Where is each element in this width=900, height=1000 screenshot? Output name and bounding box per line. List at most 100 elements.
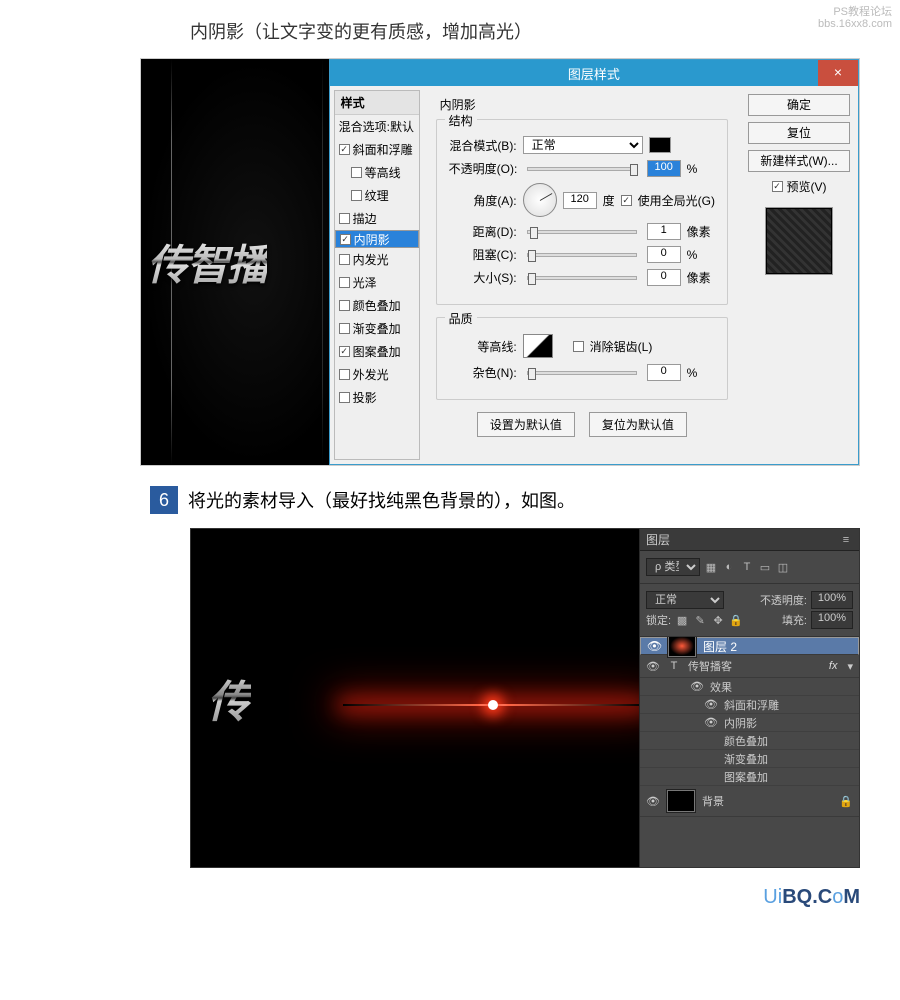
filter-shape-icon[interactable]: ▭ — [758, 560, 772, 574]
filter-type-icon[interactable]: T — [740, 560, 754, 574]
style-item-混合选项:默认[interactable]: 混合选项:默认 — [335, 115, 419, 138]
fx-badge[interactable]: fx — [829, 660, 842, 672]
antialias-checkbox[interactable] — [573, 341, 584, 352]
style-checkbox[interactable] — [339, 323, 350, 334]
style-item-描边[interactable]: 描边 — [335, 207, 419, 230]
visibility-eye-icon[interactable]: 👁 — [647, 639, 661, 653]
style-checkbox[interactable] — [339, 300, 350, 311]
layer-thumbnail[interactable] — [666, 789, 696, 813]
blend-mode-layer-select[interactable]: 正常 — [646, 591, 724, 609]
style-item-斜面和浮雕[interactable]: 斜面和浮雕 — [335, 138, 419, 161]
layer-effect-row[interactable]: 图案叠加 — [640, 768, 859, 786]
style-item-光泽[interactable]: 光泽 — [335, 271, 419, 294]
ok-button[interactable]: 确定 — [748, 94, 850, 116]
layer-row[interactable]: 👁背景🔒 — [640, 786, 859, 817]
metal-text: 传智播 — [147, 232, 267, 293]
visibility-eye-icon[interactable]: 👁 — [646, 795, 660, 808]
footer-logo: UiBQ.CoM — [0, 868, 900, 919]
style-checkbox[interactable] — [339, 144, 350, 155]
layer-thumbnail[interactable] — [667, 637, 697, 658]
style-checkbox[interactable] — [340, 234, 351, 245]
cancel-button[interactable]: 复位 — [748, 122, 850, 144]
choke-value[interactable]: 0 — [647, 246, 681, 263]
layer-effect-row[interactable]: 👁效果 — [640, 678, 859, 696]
style-item-颜色叠加[interactable]: 颜色叠加 — [335, 294, 419, 317]
panel-title: 内阴影 — [440, 96, 728, 113]
screenshot-layer-style: 传智播 图层样式 × 样式 混合选项:默认斜面和浮雕等高线纹理描边内阴影内发光光… — [140, 58, 860, 466]
style-item-纹理[interactable]: 纹理 — [335, 184, 419, 207]
layer-effect-row[interactable]: 颜色叠加 — [640, 732, 859, 750]
distance-value[interactable]: 1 — [647, 223, 681, 240]
filter-smart-icon[interactable]: ◫ — [776, 560, 790, 574]
size-value[interactable]: 0 — [647, 269, 681, 286]
distance-slider[interactable] — [527, 230, 637, 234]
panel-menu-icon[interactable]: ≡ — [839, 533, 853, 547]
style-item-内阴影[interactable]: 内阴影 — [335, 230, 419, 248]
styles-list: 样式 混合选项:默认斜面和浮雕等高线纹理描边内阴影内发光光泽颜色叠加渐变叠加图案… — [334, 90, 420, 460]
make-default-button[interactable]: 设置为默认值 — [477, 412, 575, 437]
caption-inner-shadow: 内阴影（让文字变的更有质感，增加高光） — [0, 0, 900, 58]
style-checkbox[interactable] — [339, 213, 350, 224]
style-item-图案叠加[interactable]: 图案叠加 — [335, 340, 419, 363]
layers-list: 👁图层 2👁T传智播客fx▾👁效果👁斜面和浮雕👁内阴影颜色叠加渐变叠加图案叠加👁… — [640, 637, 859, 867]
global-light-checkbox[interactable] — [621, 195, 632, 206]
visibility-eye-icon[interactable]: 👁 — [690, 680, 704, 693]
layers-tab[interactable]: 图层 — [646, 531, 670, 548]
layer-row[interactable]: 👁T传智播客fx▾ — [640, 655, 859, 678]
angle-dial[interactable] — [523, 183, 557, 217]
lock-all-icon[interactable]: 🔒 — [729, 613, 743, 627]
style-checkbox[interactable] — [339, 369, 350, 380]
style-preview-swatch — [765, 207, 833, 275]
angle-value[interactable]: 120 — [563, 192, 597, 209]
style-item-渐变叠加[interactable]: 渐变叠加 — [335, 317, 419, 340]
preview-checkbox[interactable] — [772, 181, 783, 192]
size-slider[interactable] — [527, 276, 637, 280]
lens-flare — [343, 704, 639, 706]
layer-effect-row[interactable]: 渐变叠加 — [640, 750, 859, 768]
lock-transparent-icon[interactable]: ▩ — [675, 613, 689, 627]
layer-effect-row[interactable]: 👁斜面和浮雕 — [640, 696, 859, 714]
style-checkbox[interactable] — [339, 277, 350, 288]
style-item-投影[interactable]: 投影 — [335, 386, 419, 409]
style-checkbox[interactable] — [351, 167, 362, 178]
opacity-value[interactable]: 100 — [647, 160, 681, 177]
style-checkbox[interactable] — [339, 254, 350, 265]
contour-picker[interactable] — [523, 334, 553, 358]
new-style-button[interactable]: 新建样式(W)... — [748, 150, 850, 172]
dialog-titlebar[interactable]: 图层样式 × — [330, 60, 858, 86]
visibility-eye-icon[interactable]: 👁 — [704, 716, 718, 729]
noise-value[interactable]: 0 — [647, 364, 681, 381]
visibility-eye-icon[interactable]: 👁 — [646, 660, 660, 673]
style-checkbox[interactable] — [339, 392, 350, 403]
layer-row[interactable]: 👁图层 2 — [640, 637, 859, 655]
screenshot-layers-panel: 传 图层 ≡ ρ 类型 ▦ ◐ T ▭ ◫ 正常 不透明度: 100% — [190, 528, 860, 868]
step-6-text: 将光的素材导入（最好找纯黑色背景的），如图。 — [188, 487, 575, 513]
canvas-preview: 传智播 — [141, 59, 329, 465]
color-swatch[interactable] — [649, 137, 671, 153]
choke-slider[interactable] — [527, 253, 637, 257]
reset-default-button[interactable]: 复位为默认值 — [589, 412, 687, 437]
blend-mode-select[interactable]: 正常 — [523, 136, 643, 154]
close-icon[interactable]: × — [818, 60, 858, 86]
filter-kind-select[interactable]: ρ 类型 — [646, 558, 700, 576]
inner-shadow-panel: 内阴影 结构 混合模式(B): 正常 不透明度(O): 100 % — [426, 90, 738, 460]
style-item-等高线[interactable]: 等高线 — [335, 161, 419, 184]
lock-pixels-icon[interactable]: ✎ — [693, 613, 707, 627]
visibility-eye-icon[interactable]: 👁 — [704, 698, 718, 711]
style-item-外发光[interactable]: 外发光 — [335, 363, 419, 386]
style-checkbox[interactable] — [339, 346, 350, 357]
filter-pixel-icon[interactable]: ▦ — [704, 560, 718, 574]
layer-effect-row[interactable]: 👁内阴影 — [640, 714, 859, 732]
lock-position-icon[interactable]: ✥ — [711, 613, 725, 627]
style-item-内发光[interactable]: 内发光 — [335, 248, 419, 271]
noise-slider[interactable] — [527, 371, 637, 375]
style-checkbox[interactable] — [351, 190, 362, 201]
metal-text-2: 传 — [207, 666, 251, 730]
filter-adjust-icon[interactable]: ◐ — [722, 560, 736, 574]
chevron-down-icon[interactable]: ▾ — [847, 660, 853, 673]
group-quality: 品质 等高线: 消除锯齿(L) 杂色(N): 0 % — [436, 317, 728, 400]
layer-opacity-value[interactable]: 100% — [811, 591, 853, 609]
canvas-preview-2: 传 — [191, 529, 639, 867]
opacity-slider[interactable] — [527, 167, 637, 171]
layer-fill-value[interactable]: 100% — [811, 611, 853, 629]
